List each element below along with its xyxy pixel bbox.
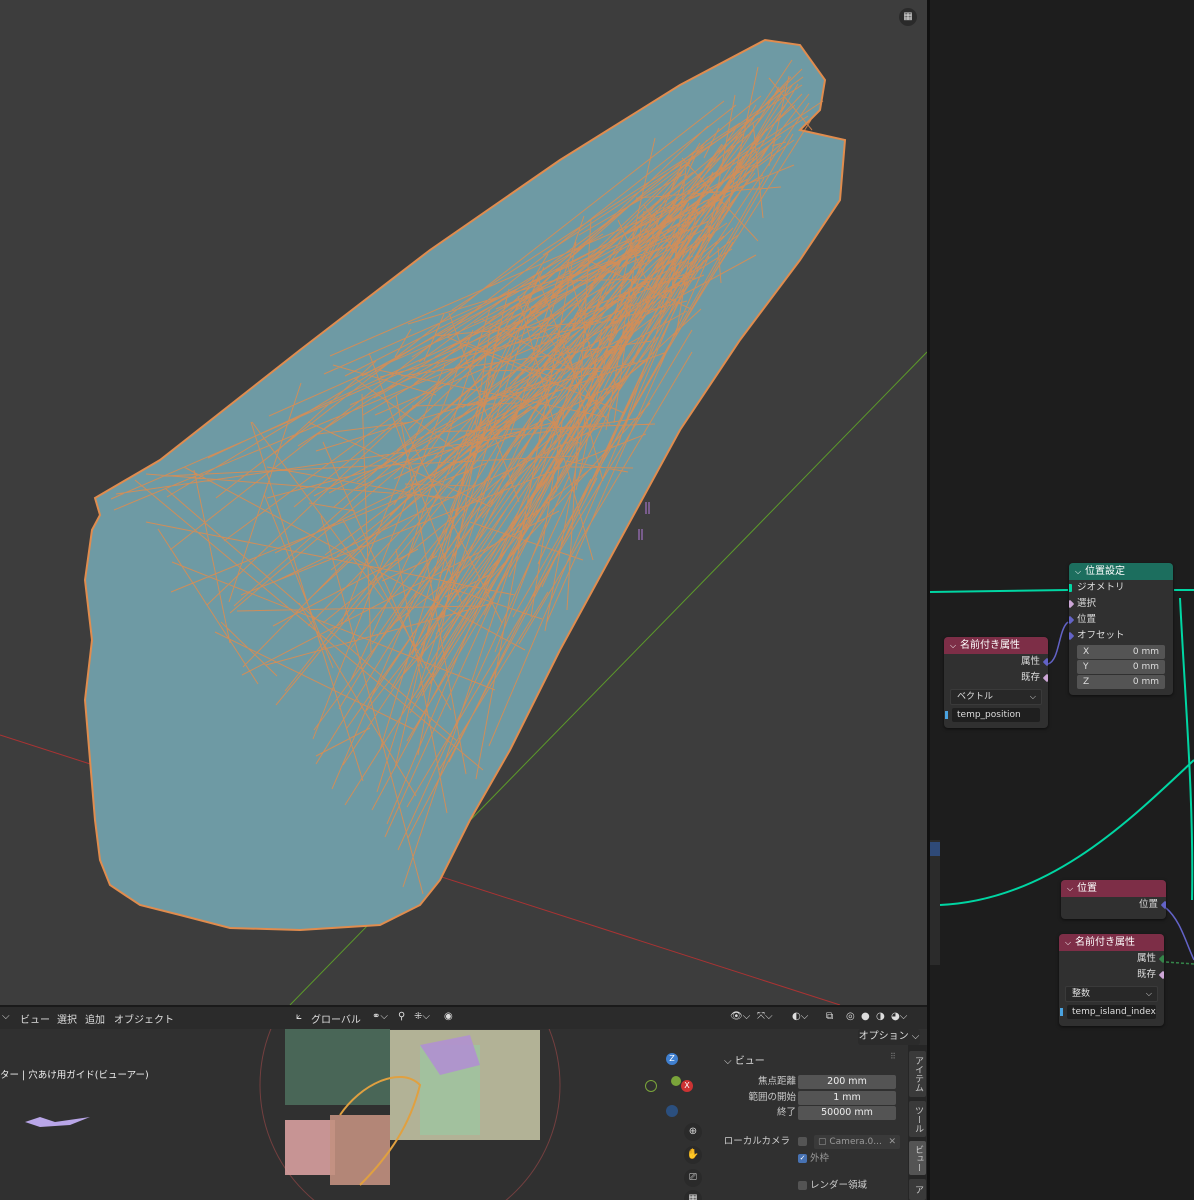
neg-y-axis-icon[interactable] (645, 1080, 657, 1092)
orientation-dropdown[interactable]: グローバル (311, 1011, 361, 1026)
viewport-canvas (0, 38, 927, 1005)
view-sidebar-panel: ⌵ ビュー ⠿ 焦点距離 200 mm 範囲の開始 1 mm 終了 50000 … (716, 1045, 906, 1200)
menu-view[interactable]: ビュー (20, 1011, 50, 1026)
bool-socket-icon[interactable] (1158, 970, 1164, 980)
chevron-down-icon[interactable]: ⌵ (1065, 934, 1075, 951)
gizmo-icon[interactable]: ⤧⌵ (757, 1011, 773, 1022)
named-attribute-node[interactable]: ⌵ 名前付き属性 属性 既存 ベクトル ⌵ temp_position (944, 637, 1048, 728)
node-header[interactable]: ⌵ 名前付き属性 (944, 637, 1048, 654)
vector-socket-icon[interactable] (1069, 631, 1075, 641)
view-panel-header[interactable]: ⌵ ビュー (724, 1052, 765, 1067)
menu-object[interactable]: オブジェクト (114, 1011, 174, 1026)
local-camera-checkbox[interactable] (798, 1137, 807, 1146)
chevron-down-icon: ⌵ (1029, 692, 1036, 701)
sidebar-tabs: アイテム ツール ビュー ア (908, 1045, 927, 1200)
grid-toggle-icon[interactable]: ▦ (899, 8, 917, 26)
bool-socket-icon[interactable] (1042, 673, 1048, 683)
hand-pan-icon[interactable]: ✋ (684, 1146, 702, 1164)
x-axis-icon[interactable]: X (681, 1080, 693, 1092)
attribute-name-field[interactable]: temp_position (945, 708, 1040, 722)
snap-target-icon[interactable]: ⁜⌵ (414, 1011, 430, 1022)
socket-row-position: 位置 (1069, 612, 1173, 628)
3d-viewport[interactable]: ▦ (0, 0, 927, 1005)
menu-add[interactable]: 追加 (85, 1011, 105, 1026)
proportional-edit-icon[interactable]: ◉ (444, 1011, 453, 1022)
socket-row-geometry: ジオメトリ (1069, 580, 1173, 596)
data-type-dropdown[interactable]: ベクトル ⌵ (950, 689, 1042, 705)
bool-socket-icon[interactable] (1069, 599, 1075, 609)
rendered-shading-icon[interactable]: ◕⌵ (891, 1011, 907, 1022)
int-socket-icon[interactable] (1158, 954, 1164, 964)
offset-y-field[interactable]: Y0 mm (1077, 660, 1165, 674)
node-header[interactable]: ⌵ 名前付き属性 (1059, 934, 1164, 951)
set-position-node[interactable]: ⌵ 位置設定 ジオメトリ 選択 位置 オフセット X0 mm Y0 mm Z0 m… (1069, 563, 1173, 695)
options-button[interactable]: オプション ⌵ (858, 1029, 920, 1045)
focal-length-field[interactable]: 200 mm (798, 1075, 896, 1089)
chevron-down-icon[interactable]: ⌵ (2, 1011, 10, 1022)
named-attribute-node-2[interactable]: ⌵ 名前付き属性 属性 既存 整数 ⌵ temp_island_index (1059, 934, 1164, 1026)
transform-orientation-icon[interactable]: ⟀ (296, 1011, 302, 1022)
xray-icon[interactable]: ⧉ (826, 1011, 833, 1022)
drag-handle-icon[interactable]: ⠿ (890, 1052, 896, 1061)
socket-row-exists: 既存 (944, 670, 1048, 686)
socket-row-exists: 既存 (1059, 967, 1164, 983)
chevron-down-icon[interactable]: ⌵ (950, 637, 960, 654)
vector-socket-icon[interactable] (1042, 657, 1048, 667)
data-type-dropdown[interactable]: 整数 ⌵ (1065, 986, 1158, 1002)
camera-icon: ▢ (818, 1137, 830, 1147)
z-axis-icon[interactable]: Z (666, 1053, 678, 1065)
collapsed-node-header[interactable] (930, 842, 940, 856)
chevron-down-icon: ⌵ (1145, 989, 1152, 998)
zoom-icon[interactable]: ⊕ (684, 1123, 702, 1141)
camera-view-icon[interactable]: ⎚ (684, 1169, 702, 1187)
socket-row-position-out: 位置 (1061, 897, 1166, 913)
offset-z-field[interactable]: Z0 mm (1077, 675, 1165, 689)
solid-shading-icon[interactable]: ● (861, 1011, 870, 1022)
visibility-icon[interactable]: 👁⌵ (730, 1011, 750, 1022)
overlay-icon[interactable]: ◐⌵ (792, 1011, 808, 1022)
tab-item[interactable]: アイテム (909, 1051, 926, 1097)
render-region-checkbox[interactable] (798, 1181, 807, 1190)
snap-icon[interactable]: ⚲ (398, 1011, 405, 1022)
node-header[interactable]: ⌵ 位置設定 (1069, 563, 1173, 580)
clear-icon[interactable]: ✕ (888, 1135, 896, 1149)
navigation-gizmo[interactable]: Z X (645, 1053, 705, 1118)
clip-end-field[interactable]: 50000 mm (798, 1106, 896, 1120)
vector-socket-icon[interactable] (1160, 900, 1166, 910)
viewport-header-toolbar: ⌵ ビュー 選択 追加 オブジェクト ⟀ グローバル ⚭⌵ ⚲ ⁜⌵ ◉ 👁⌵ … (0, 1005, 927, 1029)
socket-row-selection: 選択 (1069, 596, 1173, 612)
socket-row-attribute: 属性 (1059, 951, 1164, 967)
chevron-down-icon[interactable]: ⌵ (1075, 563, 1085, 580)
tab-tool[interactable]: ツール (909, 1101, 926, 1137)
clip-start-field[interactable]: 1 mm (798, 1091, 896, 1105)
object-logo-shape (25, 1117, 90, 1127)
socket-row-attribute: 属性 (944, 654, 1048, 670)
y-axis-icon[interactable] (671, 1076, 681, 1086)
wireframe-shading-icon[interactable]: ◎ (846, 1011, 855, 1022)
frame-checkbox[interactable]: ✓ (798, 1154, 807, 1163)
tab-more[interactable]: ア (909, 1179, 926, 1200)
chevron-down-icon: ⌵ (724, 1056, 735, 1067)
geometry-socket-icon[interactable] (1069, 584, 1072, 592)
menu-select[interactable]: 選択 (57, 1011, 77, 1026)
viewport-camera-label: ター | 穴あけ用ガイド(ビューアー) (0, 1070, 149, 1081)
local-camera-field[interactable]: ▢ Camera.0... ✕ (814, 1135, 900, 1149)
offset-x-field[interactable]: X0 mm (1077, 645, 1165, 659)
pivot-icon[interactable]: ⚭⌵ (372, 1011, 388, 1022)
chevron-down-icon[interactable]: ⌵ (1067, 880, 1077, 897)
material-shading-icon[interactable]: ◑ (876, 1011, 885, 1022)
node-editor[interactable]: ⌵ 位置設定 ジオメトリ 選択 位置 オフセット X0 mm Y0 mm Z0 m… (930, 0, 1194, 1200)
node-header[interactable]: ⌵ 位置 (1061, 880, 1166, 897)
vector-socket-icon[interactable] (1069, 615, 1075, 625)
collapsed-panel-edge[interactable] (930, 840, 940, 965)
socket-row-offset: オフセット (1069, 628, 1173, 644)
neg-z-axis-icon[interactable] (666, 1105, 678, 1117)
tab-view[interactable]: ビュー (909, 1141, 926, 1175)
attribute-name-field[interactable]: temp_island_index (1060, 1005, 1156, 1019)
position-node[interactable]: ⌵ 位置 位置 (1061, 880, 1166, 919)
